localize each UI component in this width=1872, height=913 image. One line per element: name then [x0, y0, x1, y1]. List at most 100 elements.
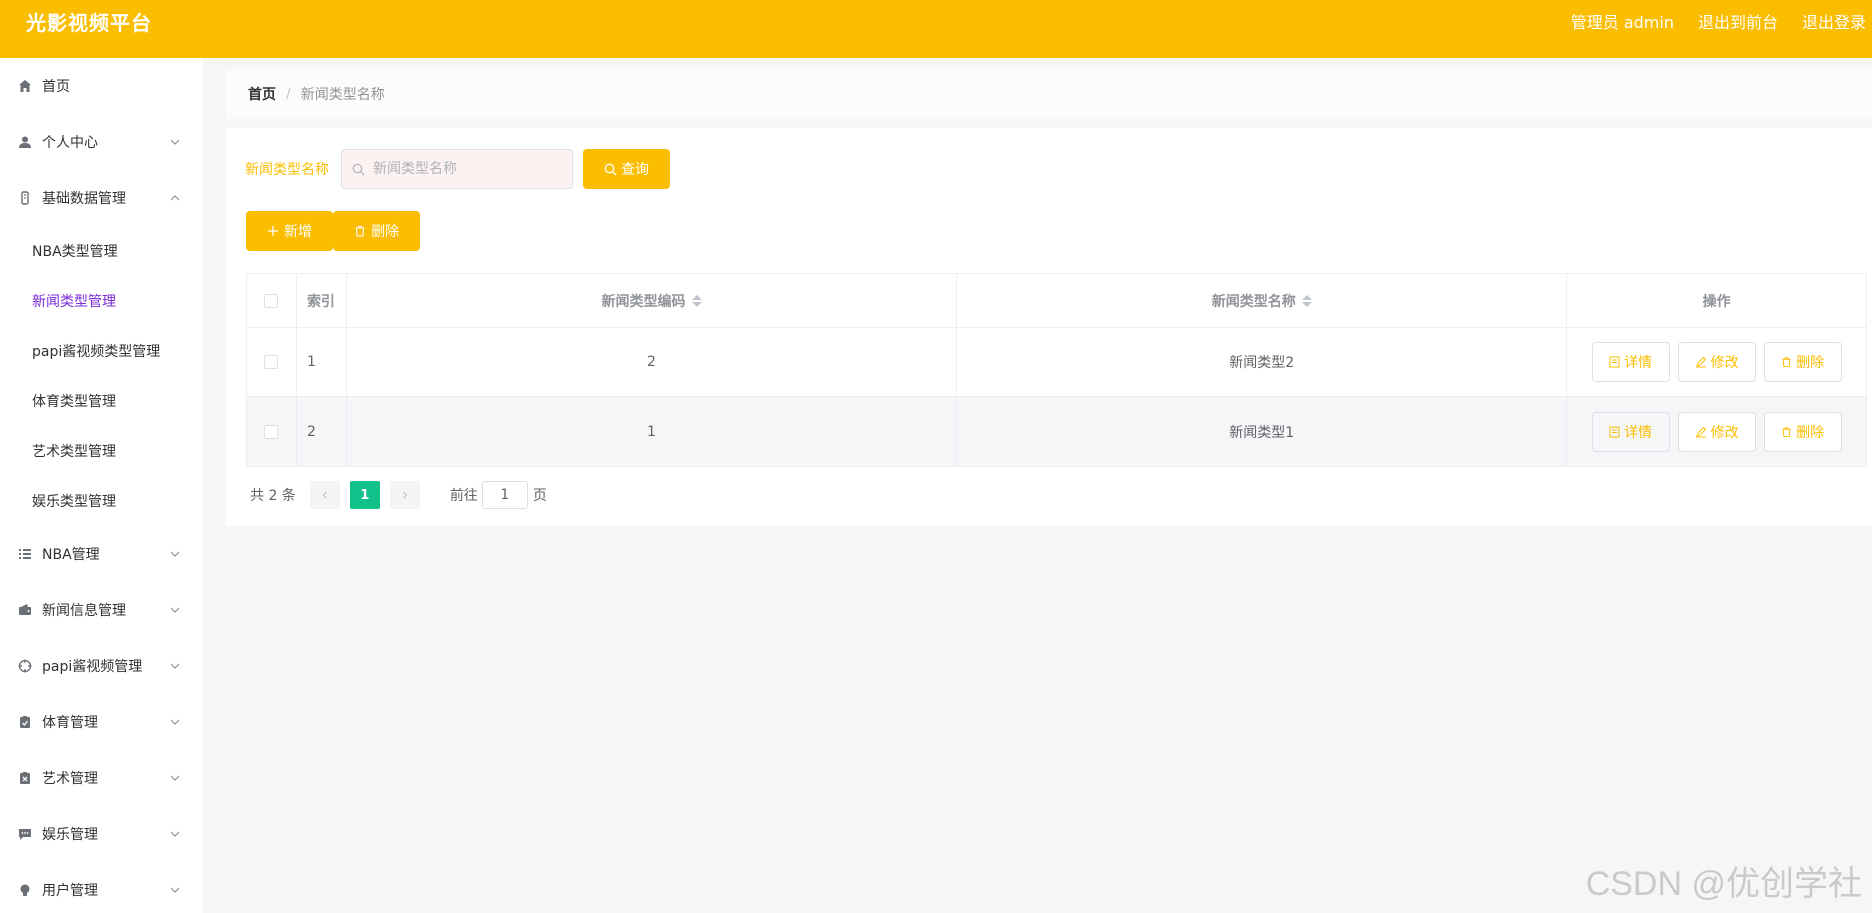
chevron-down-icon	[170, 775, 180, 781]
cell-index: 2	[297, 397, 347, 466]
sidebar-item-label: 体育管理	[42, 715, 98, 731]
top-header: 光影视频平台 管理员 admin 退出到前台 退出登录	[0, 0, 1872, 58]
row-checkbox[interactable]	[264, 424, 279, 439]
add-button-label: 新增	[284, 224, 312, 240]
breadcrumb-current: 新闻类型名称	[300, 87, 385, 103]
trash-icon	[1782, 426, 1791, 437]
logout-link[interactable]: 退出登录	[1802, 9, 1866, 33]
sidebar-item-label: 个人中心	[42, 135, 98, 151]
delete-button[interactable]: 删除	[1763, 411, 1842, 452]
cell-name: 新闻类型2	[957, 328, 1568, 396]
action-buttons: 新增 删除	[246, 211, 420, 251]
sidebar-item-label: 娱乐管理	[42, 827, 98, 843]
chevron-down-icon	[170, 719, 180, 725]
delete-button[interactable]: 删除	[1763, 342, 1842, 382]
breadcrumb-home[interactable]: 首页	[248, 84, 276, 104]
chevron-left-icon	[322, 491, 327, 499]
sort-icon[interactable]	[1301, 294, 1312, 307]
column-header-name[interactable]: 新闻类型名称	[957, 274, 1568, 327]
column-header-code[interactable]: 新闻类型编码	[347, 274, 958, 327]
document-icon	[1609, 426, 1620, 437]
sidebar-item-basic-data[interactable]: 基础数据管理	[0, 170, 203, 226]
user-label[interactable]: 管理员 admin	[1571, 9, 1674, 33]
edit-button[interactable]: 修改	[1677, 411, 1756, 452]
sidebar-item-label: NBA管理	[42, 547, 100, 563]
edit-icon	[1695, 356, 1706, 368]
sidebar-subitem-sports-type[interactable]: 体育类型管理	[0, 376, 203, 426]
delete-label: 删除	[1796, 355, 1825, 371]
batch-delete-button[interactable]: 删除	[333, 211, 420, 251]
next-page-button[interactable]	[389, 481, 420, 509]
sidebar-subitem-nba-type[interactable]: NBA类型管理	[0, 226, 203, 276]
trash-icon	[1782, 357, 1791, 368]
document-icon	[1609, 356, 1620, 368]
search-icon	[352, 163, 365, 175]
search-icon	[604, 163, 617, 175]
header-links: 管理员 admin 退出到前台 退出登录	[1571, 9, 1866, 33]
detail-label: 详情	[1624, 424, 1653, 441]
breadcrumb: 首页 / 新闻类型名称	[226, 69, 1872, 119]
aim-icon	[16, 657, 34, 675]
main-content: 新闻类型名称 查询 新增 删除 索引 新闻类型编码 新闻类	[226, 128, 1872, 526]
sidebar-item-papi[interactable]: papi酱视频管理	[0, 638, 203, 694]
table-row: 2 1 新闻类型1 详情 修改 删除	[247, 397, 1866, 466]
plus-icon	[268, 226, 278, 236]
cell-code: 2	[347, 328, 958, 396]
row-checkbox[interactable]	[264, 355, 279, 369]
sort-icon[interactable]	[691, 294, 702, 307]
prev-page-button[interactable]	[309, 481, 340, 509]
sidebar-item-nba[interactable]: NBA管理	[0, 526, 203, 582]
chevron-down-icon	[170, 831, 180, 837]
sidebar-item-home[interactable]: 首页	[0, 58, 203, 114]
sidebar-item-sports[interactable]: 体育管理	[0, 694, 203, 750]
search-input[interactable]	[373, 161, 553, 177]
edit-label: 修改	[1710, 355, 1739, 371]
sidebar-item-label: 用户管理	[42, 883, 98, 899]
add-button[interactable]: 新增	[246, 211, 333, 251]
sidebar-subitem-art-type[interactable]: 艺术类型管理	[0, 426, 203, 476]
data-table: 索引 新闻类型编码 新闻类型名称 操作 1 2 新闻类型2 详情 修改 删除 2…	[246, 273, 1867, 467]
sidebar-item-art[interactable]: 艺术管理	[0, 750, 203, 806]
wallet-icon	[16, 601, 34, 619]
sidebar-subitem-papi-type[interactable]: papi酱视频类型管理	[0, 326, 203, 376]
chevron-down-icon	[170, 139, 180, 145]
sidebar-item-label: 基础数据管理	[42, 191, 126, 207]
detail-button[interactable]: 详情	[1591, 342, 1670, 382]
brand-title: 光影视频平台	[26, 11, 152, 35]
sidebar-subitem-news-type[interactable]: 新闻类型管理	[0, 276, 203, 326]
trash-icon	[355, 225, 365, 237]
goto-label: 前往	[449, 488, 478, 504]
chevron-down-icon	[170, 887, 180, 893]
delete-button-label: 删除	[371, 224, 399, 240]
cell-name: 新闻类型1	[957, 397, 1568, 466]
to-front-link[interactable]: 退出到前台	[1698, 9, 1778, 33]
sidebar-item-label: papi酱视频管理	[42, 659, 143, 675]
user-icon	[16, 133, 34, 151]
page-number[interactable]: 1	[349, 481, 380, 509]
pagination-total: 共 2 条	[250, 488, 296, 504]
search-button[interactable]: 查询	[583, 149, 670, 189]
column-header-ops: 操作	[1702, 293, 1731, 310]
cell-code: 1	[347, 397, 958, 466]
edit-icon	[1695, 426, 1706, 437]
page-unit-label: 页	[532, 488, 547, 504]
sidebar-item-news[interactable]: 新闻信息管理	[0, 582, 203, 638]
pagination: 共 2 条 1 前往 页	[250, 480, 547, 510]
sidebar-item-users[interactable]: 用户管理	[0, 862, 203, 913]
edit-button[interactable]: 修改	[1677, 342, 1756, 382]
sidebar-item-personal[interactable]: 个人中心	[0, 114, 203, 170]
search-field[interactable]	[341, 149, 573, 189]
cell-index: 1	[297, 328, 347, 396]
search-bar: 新闻类型名称 查询	[245, 149, 670, 189]
detail-button[interactable]: 详情	[1591, 411, 1670, 452]
sidebar: 首页 个人中心 基础数据管理 NBA类型管理 新闻类型管理 papi酱视频类型管…	[0, 58, 203, 913]
cell-ops: 详情 修改 删除	[1567, 397, 1866, 466]
home-icon	[16, 77, 34, 95]
sidebar-subitem-ent-type[interactable]: 娱乐类型管理	[0, 476, 203, 526]
list-icon	[16, 545, 34, 563]
sidebar-item-ent[interactable]: 娱乐管理	[0, 806, 203, 862]
cell-ops: 详情 修改 删除	[1567, 328, 1866, 396]
select-all-checkbox[interactable]	[264, 293, 279, 308]
data-icon	[16, 189, 34, 207]
goto-page-input[interactable]	[481, 481, 528, 509]
